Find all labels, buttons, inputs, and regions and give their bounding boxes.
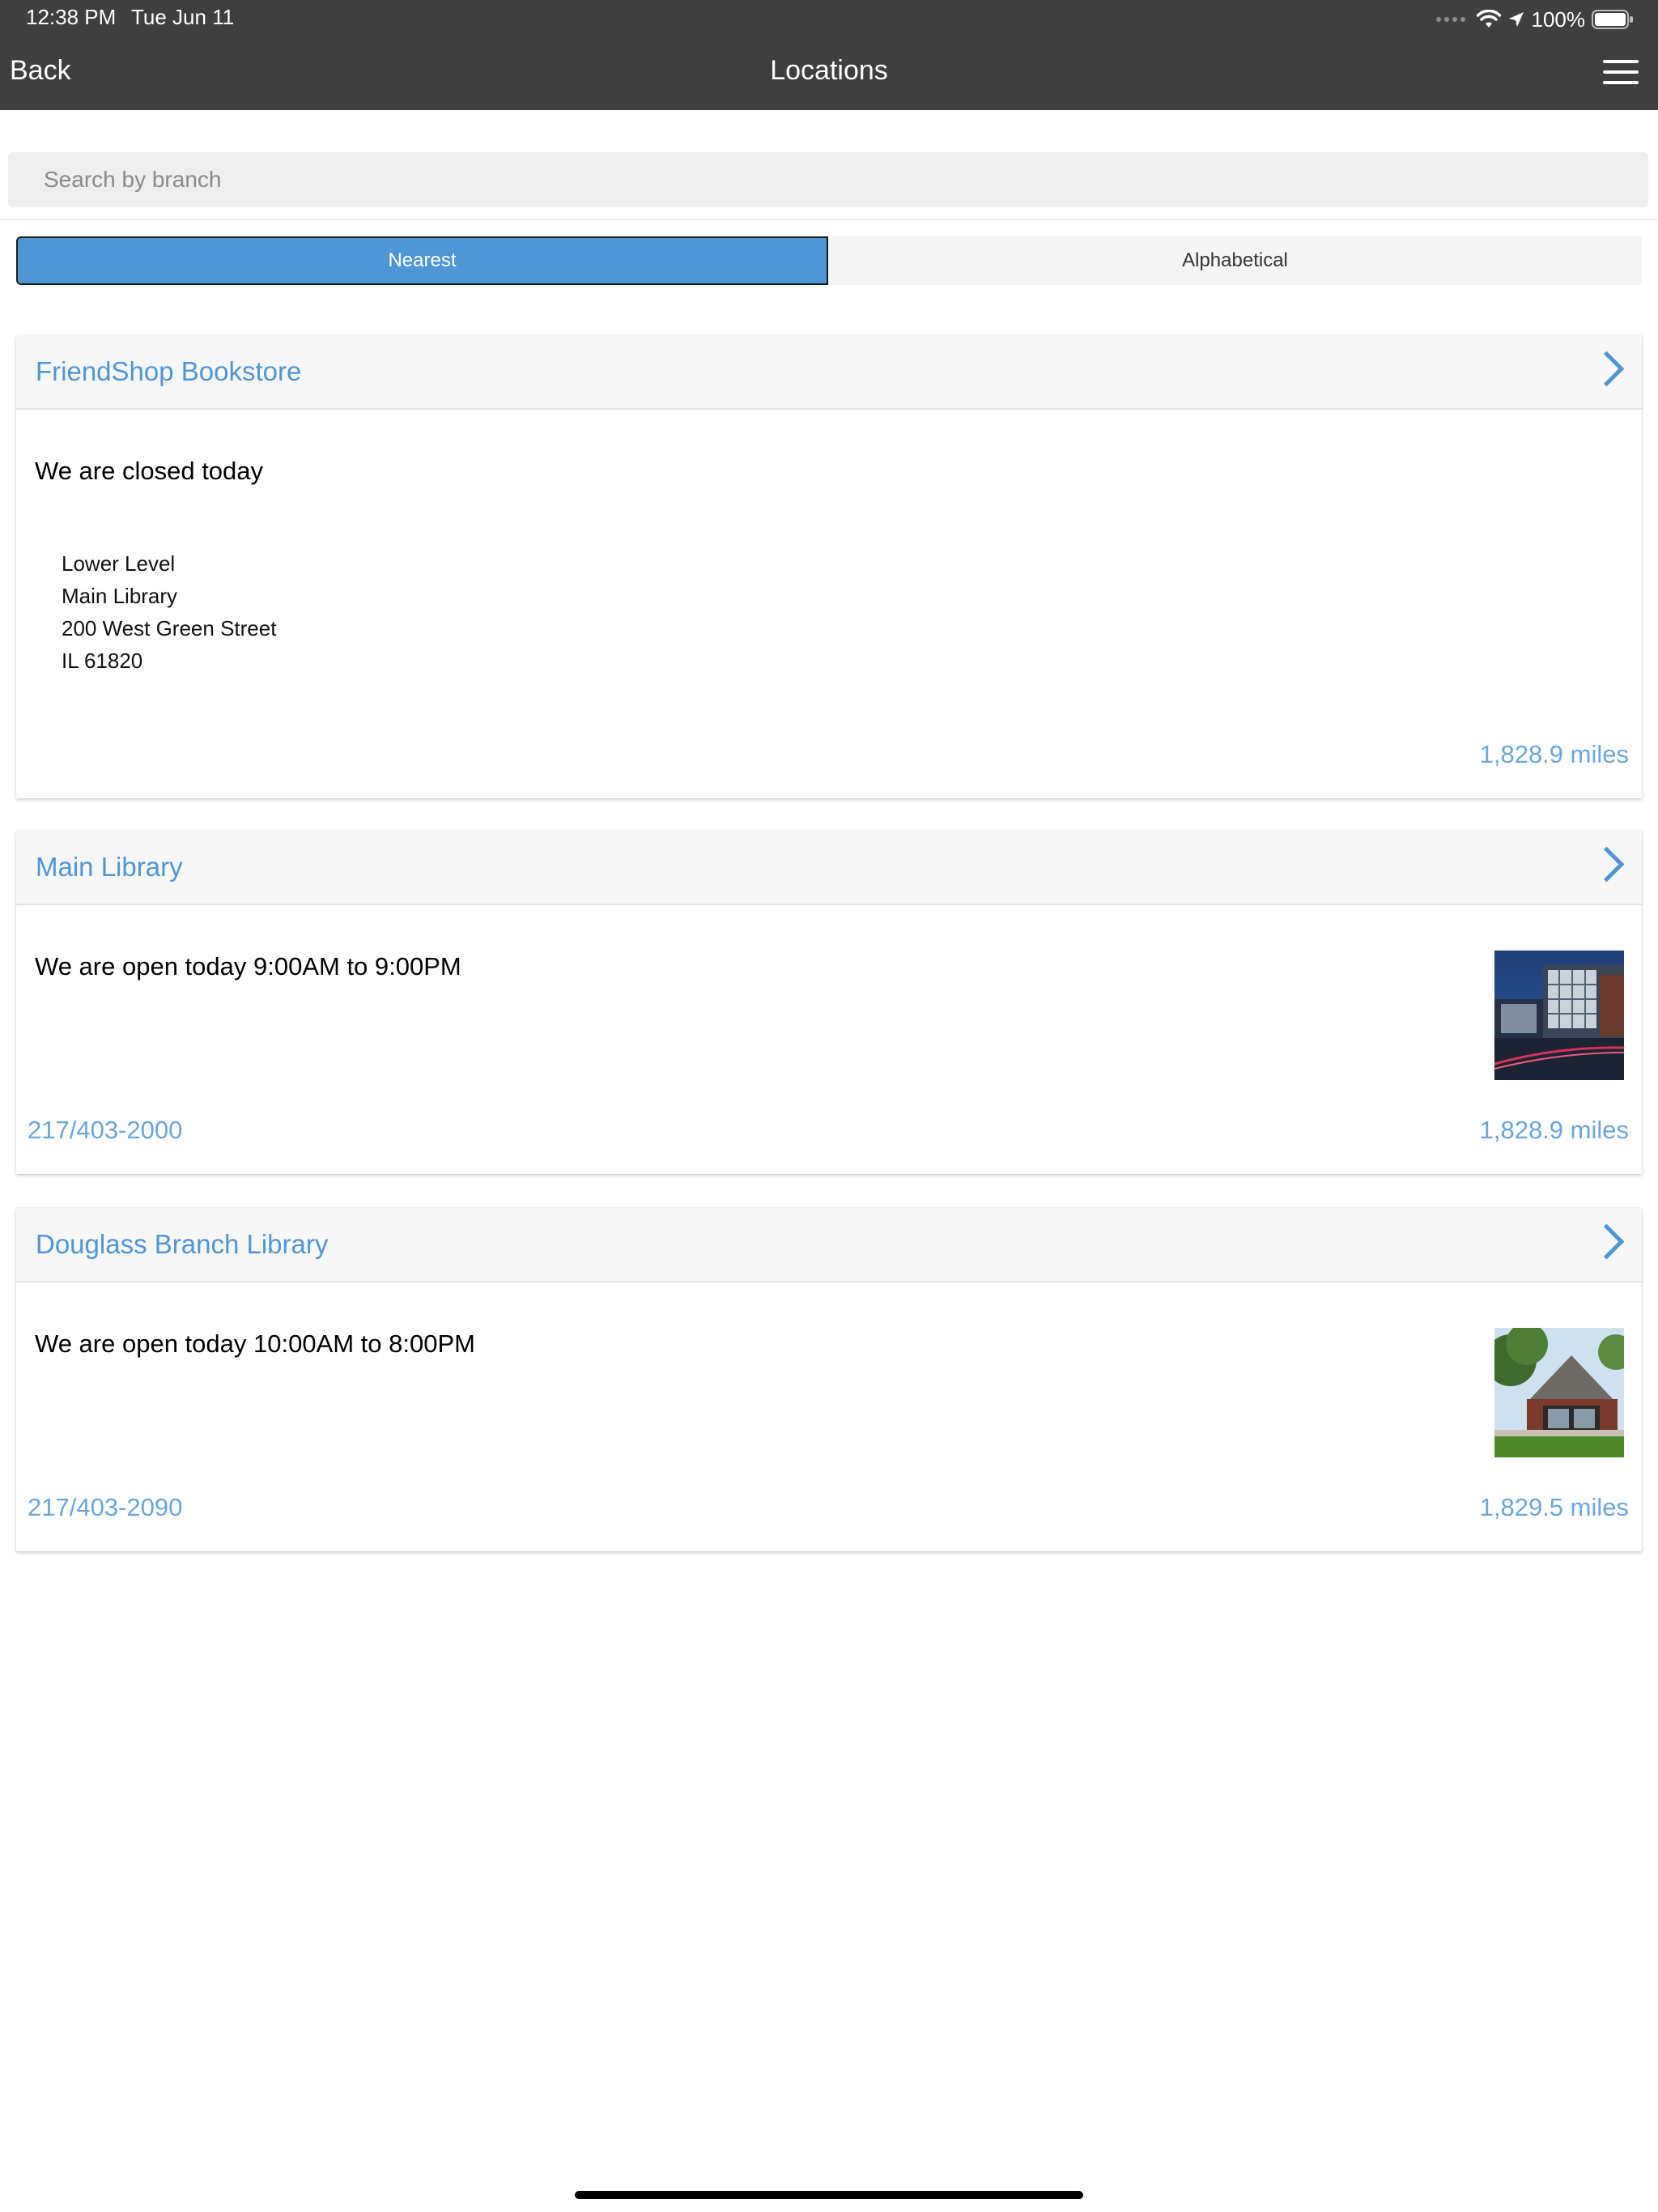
search-bar — [8, 152, 1648, 207]
location-name[interactable]: Main Library — [36, 852, 183, 883]
search-input[interactable] — [8, 152, 1648, 207]
status-date: Tue Jun 11 — [131, 5, 235, 29]
address-line: 200 West Green Street — [62, 616, 277, 640]
sort-alphabetical-tab[interactable]: Alphabetical — [828, 236, 1642, 285]
sort-segmented-control: Nearest Alphabetical — [16, 236, 1642, 285]
location-photo — [1494, 1328, 1624, 1457]
chevron-right-icon[interactable] — [1588, 846, 1625, 883]
location-card-header[interactable]: Main Library — [16, 831, 1642, 905]
location-card-header[interactable]: Douglass Branch Library — [16, 1208, 1642, 1283]
location-arrow-icon — [1508, 12, 1524, 27]
address-line: Main Library — [62, 584, 178, 608]
sort-nearest-tab[interactable]: Nearest — [16, 236, 828, 285]
location-hours: We are open today 10:00AM to 8:00PM — [35, 1329, 475, 1358]
location-card[interactable]: Douglass Branch Library We are open toda… — [16, 1208, 1642, 1551]
divider — [0, 219, 1658, 220]
page-title: Locations — [770, 55, 888, 86]
home-indicator[interactable] — [575, 2191, 1083, 2199]
location-phone[interactable]: 217/403-2090 — [28, 1493, 182, 1522]
location-hours: We are open today 9:00AM to 9:00PM — [35, 952, 461, 981]
location-card-header[interactable]: FriendShop Bookstore — [16, 335, 1642, 410]
location-distance: 1,829.5 miles — [1479, 1493, 1629, 1521]
location-name[interactable]: FriendShop Bookstore — [36, 356, 301, 387]
location-address: Lower Level Main Library 200 West Green … — [62, 547, 276, 677]
chevron-right-icon[interactable] — [1588, 1223, 1625, 1260]
chevron-right-icon[interactable] — [1588, 351, 1625, 387]
hamburger-menu-icon[interactable] — [1603, 60, 1640, 86]
location-photo — [1494, 951, 1624, 1080]
battery-percent: 100% — [1531, 6, 1586, 32]
address-line: Lower Level — [62, 551, 176, 576]
location-name[interactable]: Douglass Branch Library — [36, 1229, 328, 1260]
status-indicators: 100% — [1435, 5, 1635, 34]
location-phone[interactable]: 217/403-2000 — [28, 1116, 182, 1145]
location-card[interactable]: FriendShop Bookstore We are closed today… — [16, 335, 1642, 798]
address-line: IL 61820 — [62, 649, 143, 673]
location-hours: We are closed today — [35, 457, 264, 485]
location-distance: 1,828.9 miles — [1479, 1116, 1629, 1144]
location-card[interactable]: Main Library We are open today 9:00AM to… — [16, 831, 1642, 1174]
cellular-signal-icon — [1435, 17, 1465, 22]
top-bar: 12:38 PM Tue Jun 11 100% Back Locations — [0, 0, 1658, 110]
battery-icon — [1592, 10, 1633, 29]
wifi-icon — [1476, 10, 1501, 28]
location-distance: 1,828.9 miles — [1479, 740, 1629, 768]
status-time: 12:38 PM — [26, 5, 117, 29]
